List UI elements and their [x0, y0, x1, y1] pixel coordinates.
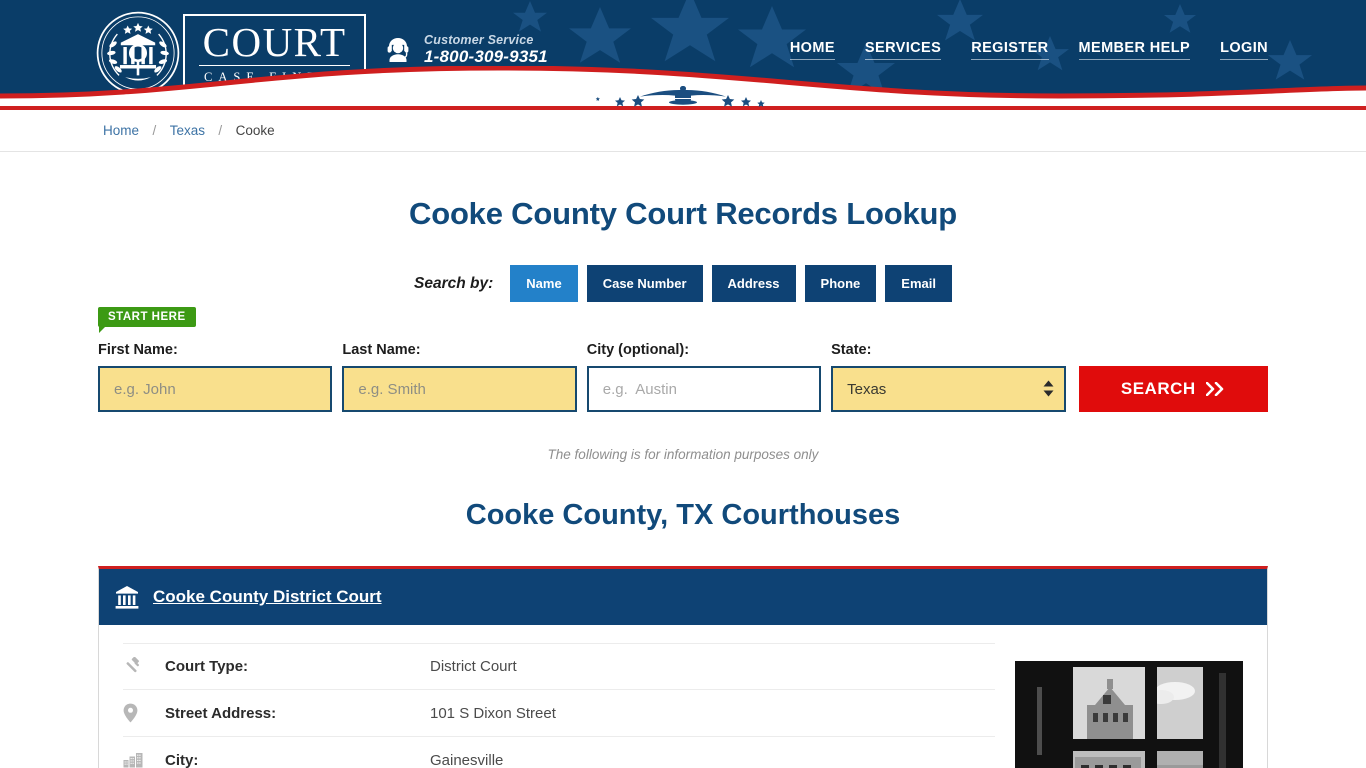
main-content: Cooke County Court Records Lookup Search… — [0, 196, 1366, 768]
nav-member-help[interactable]: MEMBER HELP — [1078, 40, 1191, 60]
start-here-badge: START HERE — [98, 307, 196, 333]
courthouse-through-window-photo — [1015, 661, 1243, 768]
court-detail-row: City: Gainesville — [123, 737, 995, 768]
court-detail-rows: Court Type: District Court Street Addres… — [123, 643, 1015, 768]
map-marker-icon — [123, 703, 165, 723]
last-name-input[interactable] — [342, 366, 577, 412]
city-field-group: City (optional): — [586, 342, 822, 412]
breadcrumb-separator: / — [218, 122, 223, 138]
street-address-value: 101 S Dixon Street — [430, 704, 556, 722]
state-label: State: — [831, 342, 872, 358]
last-name-field-group: Last Name: — [342, 342, 577, 412]
court-type-value: District Court — [430, 658, 517, 675]
nav-register[interactable]: REGISTER — [971, 40, 1049, 60]
customer-service: Customer Service 1-800-309-9351 — [382, 33, 548, 66]
nav-login[interactable]: LOGIN — [1220, 40, 1268, 60]
court-type-label: Court Type: — [165, 658, 249, 675]
state-select[interactable]: Texas — [831, 366, 1066, 412]
nav-home[interactable]: HOME — [789, 40, 835, 60]
tab-name[interactable]: Name — [510, 265, 578, 302]
nav-services[interactable]: SERVICES — [864, 40, 942, 60]
breadcrumb-separator: / — [152, 122, 157, 138]
first-name-label: First Name: — [98, 342, 178, 358]
tab-email[interactable]: Email — [885, 265, 952, 302]
courthouse-bank-icon — [115, 586, 139, 609]
tab-address[interactable]: Address — [711, 265, 796, 302]
court-detail-row: Court Type: District Court — [123, 643, 995, 690]
last-name-label: Last Name: — [342, 342, 421, 358]
court-detail-row: Street Address: 101 S Dixon Street — [123, 690, 995, 737]
customer-service-phone: 1-800-309-9351 — [424, 47, 548, 66]
breadcrumb-current: Cooke — [235, 122, 275, 138]
city-label-detail: City: — [165, 751, 199, 768]
court-name-link[interactable]: Cooke County District Court — [153, 587, 382, 607]
city-buildings-icon — [123, 752, 165, 768]
first-name-input[interactable] — [98, 366, 333, 412]
breadcrumb: Home / Texas / Cooke — [103, 122, 275, 140]
search-button-label: SEARCH — [1120, 379, 1196, 398]
city-label: City (optional): — [586, 342, 690, 358]
city-value: Gainesville — [430, 751, 504, 768]
court-card: Cooke County District Court Court Type: … — [98, 566, 1268, 768]
breadcrumb-home[interactable]: Home — [103, 123, 139, 138]
eagle-emblem — [595, 86, 765, 107]
gavel-icon — [123, 657, 165, 676]
search-form: START HERE First Name: Last Name: City (… — [98, 302, 1269, 412]
search-button[interactable]: SEARCH — [1078, 366, 1269, 412]
tab-phone[interactable]: Phone — [804, 265, 877, 302]
street-address-label: Street Address: — [165, 704, 277, 722]
headset-support-icon — [387, 37, 409, 62]
main-nav: HOME SERVICES REGISTER MEMBER HELP LOGIN — [789, 40, 1268, 60]
court-card-header: Cooke County District Court — [99, 569, 1267, 625]
tab-case-number[interactable]: Case Number — [586, 265, 703, 302]
section-title: Cooke County, TX Courthouses — [465, 499, 901, 531]
logo-title: COURT — [199, 21, 351, 67]
search-by-label: Search by: — [414, 274, 494, 292]
breadcrumb-bar: Home / Texas / Cooke — [0, 110, 1366, 152]
double-chevron-right-icon — [1205, 382, 1223, 396]
city-input[interactable] — [586, 366, 822, 412]
state-field-group: State: Texas — [831, 342, 1066, 412]
court-card-body: Court Type: District Court Street Addres… — [99, 625, 1267, 768]
courthouse-photo-wrap — [1015, 643, 1243, 768]
breadcrumb-texas[interactable]: Texas — [170, 123, 205, 138]
first-name-field-group: First Name: — [98, 342, 333, 412]
page-title: Cooke County Court Records Lookup — [409, 196, 957, 231]
disclaimer-text: The following is for information purpose… — [547, 447, 819, 462]
customer-service-label: Customer Service — [424, 33, 534, 47]
search-by-tabs: Search by: Name Case Number Address Phon… — [0, 265, 1366, 302]
site-header: COURT CASE FINDER Customer Service 1-800… — [0, 0, 1366, 110]
